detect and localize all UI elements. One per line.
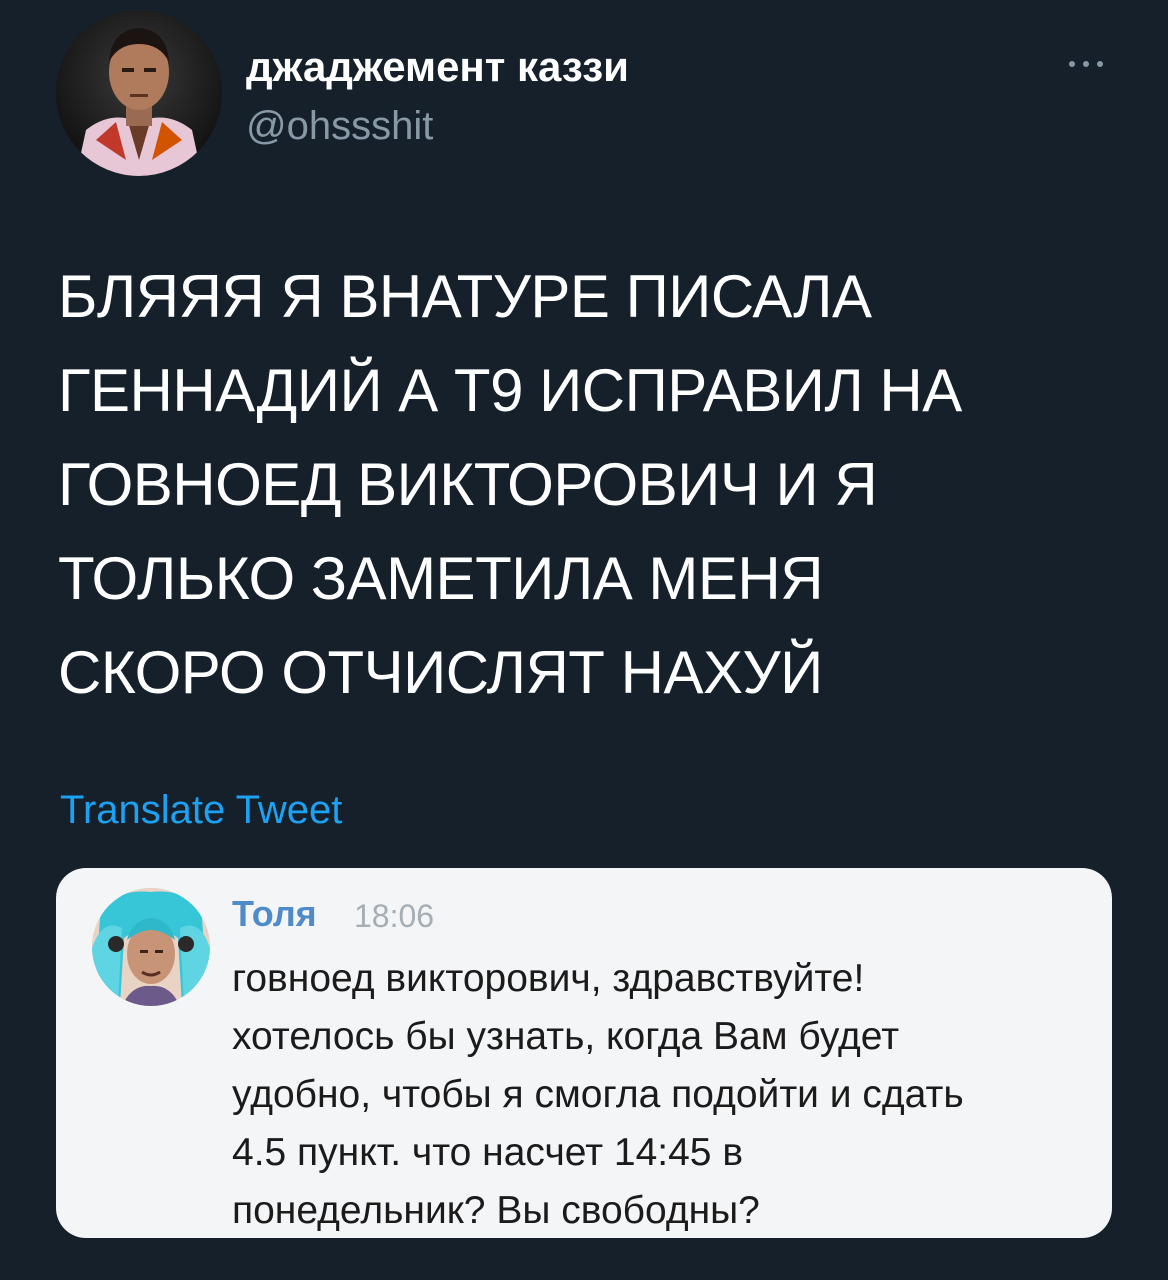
more-horizontal-icon <box>1069 61 1103 67</box>
message-text-line: говноед викторович, здравствуйте! <box>232 957 865 1000</box>
more-options-button[interactable] <box>1062 50 1110 78</box>
message-text-line: удобно, чтобы я смогла подойти и сдать <box>232 1073 964 1116</box>
tweet-text-line: БЛЯЯЯ Я ВНАТУРЕ ПИСАЛА <box>58 263 872 330</box>
sender-avatar <box>92 888 210 1006</box>
message-text-line: хотелось бы узнать, когда Вам будет <box>232 1015 900 1058</box>
message-text-line: понедельник? Вы свободны? <box>232 1189 760 1232</box>
message-text: говноед викторович, здравствуйте! хотело… <box>232 950 1092 1238</box>
tweet-text-line: ГЕННАДИЙ А Т9 ИСПРАВИЛ НА <box>58 357 962 424</box>
tweet: джаджемент каззи @ohssshit БЛЯЯЯ Я ВНАТУ… <box>0 0 1168 1280</box>
tweet-text: БЛЯЯЯ Я ВНАТУРЕ ПИСАЛА ГЕННАДИЙ А Т9 ИСП… <box>58 250 1118 720</box>
author-handle[interactable]: @ohssshit <box>246 102 433 150</box>
tweet-text-line: ТОЛЬКО ЗАМЕТИЛА МЕНЯ <box>58 545 824 612</box>
tweet-text-line: СКОРО ОТЧИСЛЯТ НАХУЙ <box>58 639 823 706</box>
tweet-text-line: ГОВНОЕД ВИКТОРОВИЧ И Я <box>58 451 878 518</box>
message-sender-name: Толя <box>232 893 317 934</box>
message-timestamp: 18:06 <box>354 898 435 934</box>
message-text-line: 4.5 пункт. что насчет 14:45 в <box>232 1131 744 1174</box>
author-display-name[interactable]: джаджемент каззи <box>246 42 629 92</box>
translate-tweet-link[interactable]: Translate Tweet <box>60 786 342 834</box>
author-avatar[interactable] <box>56 10 222 176</box>
attached-image[interactable]: Толя 18:06 говноед викторович, здравству… <box>56 868 1112 1238</box>
